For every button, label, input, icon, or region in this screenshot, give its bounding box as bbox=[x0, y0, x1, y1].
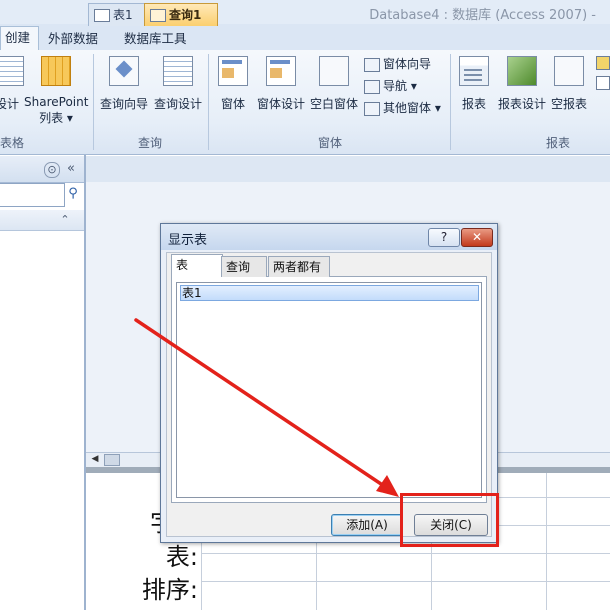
annotation-arrow bbox=[134, 318, 399, 497]
arrow-shaft bbox=[134, 318, 386, 488]
arrow-head bbox=[376, 475, 399, 497]
highlight-box bbox=[400, 493, 499, 547]
